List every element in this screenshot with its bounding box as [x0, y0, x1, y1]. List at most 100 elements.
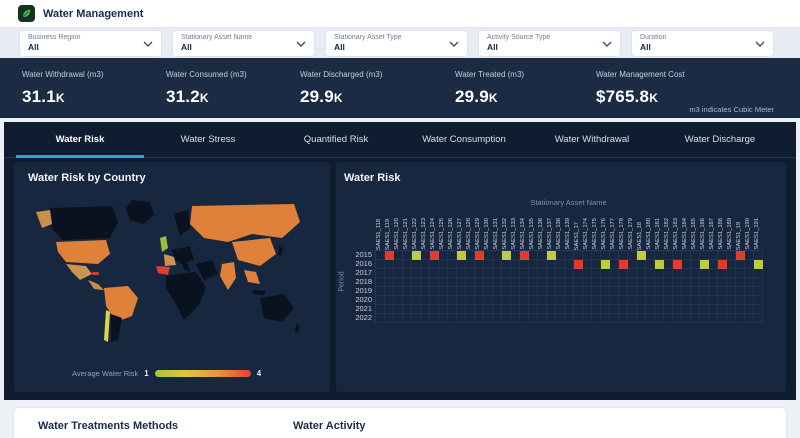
- heatmap-empty-cell: [610, 305, 619, 314]
- heatmap-empty-cell: [529, 305, 538, 314]
- heatmap-data-cell[interactable]: [700, 260, 709, 269]
- heatmap-empty-cell: [700, 269, 709, 278]
- heatmap-column-label: SAES1_191: [753, 208, 762, 250]
- heatmap-empty-cell: [385, 305, 394, 314]
- heatmap-empty-cell: [745, 269, 754, 278]
- heatmap-data-cell[interactable]: [718, 260, 727, 269]
- heatmap-empty-cell: [727, 260, 736, 269]
- heatmap-empty-cell: [574, 296, 583, 305]
- heatmap-empty-cell: [421, 278, 430, 287]
- heatmap-empty-cell: [619, 269, 628, 278]
- heatmap-data-cell[interactable]: [547, 251, 556, 260]
- heatmap-empty-cell: [520, 260, 529, 269]
- column-label-text: SAES1_183: [673, 218, 679, 250]
- heatmap-empty-cell: [628, 305, 637, 314]
- heatmap-data-cell[interactable]: [655, 260, 664, 269]
- filter-dropdown-duration[interactable]: Duration All: [632, 30, 773, 56]
- heatmap-empty-cell: [655, 269, 664, 278]
- heatmap-empty-cell: [484, 260, 493, 269]
- column-label-text: SAES1_181: [655, 218, 661, 250]
- heatmap-empty-cell: [754, 251, 763, 260]
- heatmap-data-cell[interactable]: [475, 251, 484, 260]
- heatmap-data-cell[interactable]: [430, 251, 439, 260]
- heatmap-empty-cell: [457, 305, 466, 314]
- kpi-label: Water Treated (m3): [455, 70, 525, 79]
- filter-dropdown-stationary-asset-type[interactable]: Stationary Asset Type All: [326, 30, 467, 56]
- heatmap-empty-cell: [538, 251, 547, 260]
- heatmap-data-cell[interactable]: [637, 251, 646, 260]
- heatmap-data-cell[interactable]: [673, 260, 682, 269]
- heatmap-empty-cell: [430, 278, 439, 287]
- heatmap-empty-cell: [493, 287, 502, 296]
- heatmap-data-cell[interactable]: [457, 251, 466, 260]
- filter-dropdown-activity-source-type[interactable]: Activity Source Type All: [479, 30, 620, 56]
- heatmap-empty-cell: [745, 287, 754, 296]
- heatmap-empty-cell: [565, 278, 574, 287]
- heatmap-empty-cell: [529, 269, 538, 278]
- tab-water-discharge[interactable]: Water Discharge: [656, 122, 784, 157]
- heatmap-empty-cell: [556, 296, 565, 305]
- leaf-icon: [23, 9, 31, 17]
- heatmap-column-label: SAES1_132: [501, 208, 510, 250]
- filter-dropdown-stationary-asset-name[interactable]: Stationary Asset Name All: [173, 30, 314, 56]
- country-uk: [160, 236, 168, 252]
- heatmap-empty-cell: [484, 287, 493, 296]
- country-italy: [182, 262, 190, 272]
- heatmap-empty-cell: [466, 287, 475, 296]
- heatmap-empty-cell: [718, 251, 727, 260]
- country-central-america: [88, 280, 104, 290]
- heatmap-empty-cell: [448, 251, 457, 260]
- heatmap-empty-cell: [592, 269, 601, 278]
- heatmap-data-cell[interactable]: [412, 251, 421, 260]
- heatmap-empty-cell: [610, 278, 619, 287]
- heatmap-data-cell[interactable]: [619, 260, 628, 269]
- world-map[interactable]: [32, 194, 312, 344]
- heatmap-empty-cell: [709, 314, 718, 323]
- heatmap-data-cell[interactable]: [574, 260, 583, 269]
- tab-label: Water Discharge: [684, 134, 756, 145]
- heatmap-data-cell[interactable]: [502, 251, 511, 260]
- heatmap-empty-cell: [394, 314, 403, 323]
- heatmap-empty-cell: [565, 314, 574, 323]
- heatmap-empty-cell: [520, 269, 529, 278]
- heatmap-data-cell[interactable]: [385, 251, 394, 260]
- heatmap-empty-cell: [628, 287, 637, 296]
- heatmap-data-cell[interactable]: [520, 251, 529, 260]
- heatmap-empty-cell: [565, 260, 574, 269]
- heatmap-empty-cell: [520, 305, 529, 314]
- chevron-down-icon: [143, 34, 153, 52]
- kpi-note: m3 indicates Cubic Meter: [689, 105, 774, 114]
- heatmap-empty-cell: [394, 251, 403, 260]
- heatmap-empty-cell: [592, 278, 601, 287]
- heatmap-empty-cell: [592, 260, 601, 269]
- country-canada: [50, 206, 118, 240]
- heatmap-empty-cell: [484, 251, 493, 260]
- heatmap-empty-cell: [628, 251, 637, 260]
- heatmap-data-cell[interactable]: [754, 260, 763, 269]
- heatmap-empty-cell: [718, 269, 727, 278]
- heatmap-data-cell[interactable]: [736, 251, 745, 260]
- heatmap-empty-cell: [745, 260, 754, 269]
- filter-text: Stationary Asset Name All: [181, 33, 252, 52]
- column-label-text: SAES1_120: [394, 218, 400, 250]
- column-label-text: SAES1_138: [556, 218, 562, 250]
- chevron-down-icon: [449, 34, 459, 52]
- tab-water-withdrawal[interactable]: Water Withdrawal: [528, 122, 656, 157]
- column-label-text: SAES1_18: [637, 221, 643, 250]
- country-china: [232, 238, 276, 266]
- filter-dropdown-business-region[interactable]: Business Region All: [20, 30, 161, 56]
- country-argentina: [111, 314, 122, 342]
- heatmap-data-cell[interactable]: [601, 260, 610, 269]
- tab-water-consumption[interactable]: Water Consumption: [400, 122, 528, 157]
- column-label-text: SAES1_187: [709, 218, 715, 250]
- heatmap-empty-cell: [700, 314, 709, 323]
- tab-water-risk[interactable]: Water Risk: [16, 122, 144, 158]
- tab-water-stress[interactable]: Water Stress: [144, 122, 272, 157]
- heatmap-empty-cell: [511, 287, 520, 296]
- heatmap-empty-cell: [493, 251, 502, 260]
- heatmap-empty-cell: [547, 269, 556, 278]
- tab-quantified-risk[interactable]: Quantified Risk: [272, 122, 400, 157]
- column-label-text: SAES1_177: [610, 218, 616, 250]
- heatmap-empty-cell: [538, 269, 547, 278]
- heatmap-empty-cell: [583, 296, 592, 305]
